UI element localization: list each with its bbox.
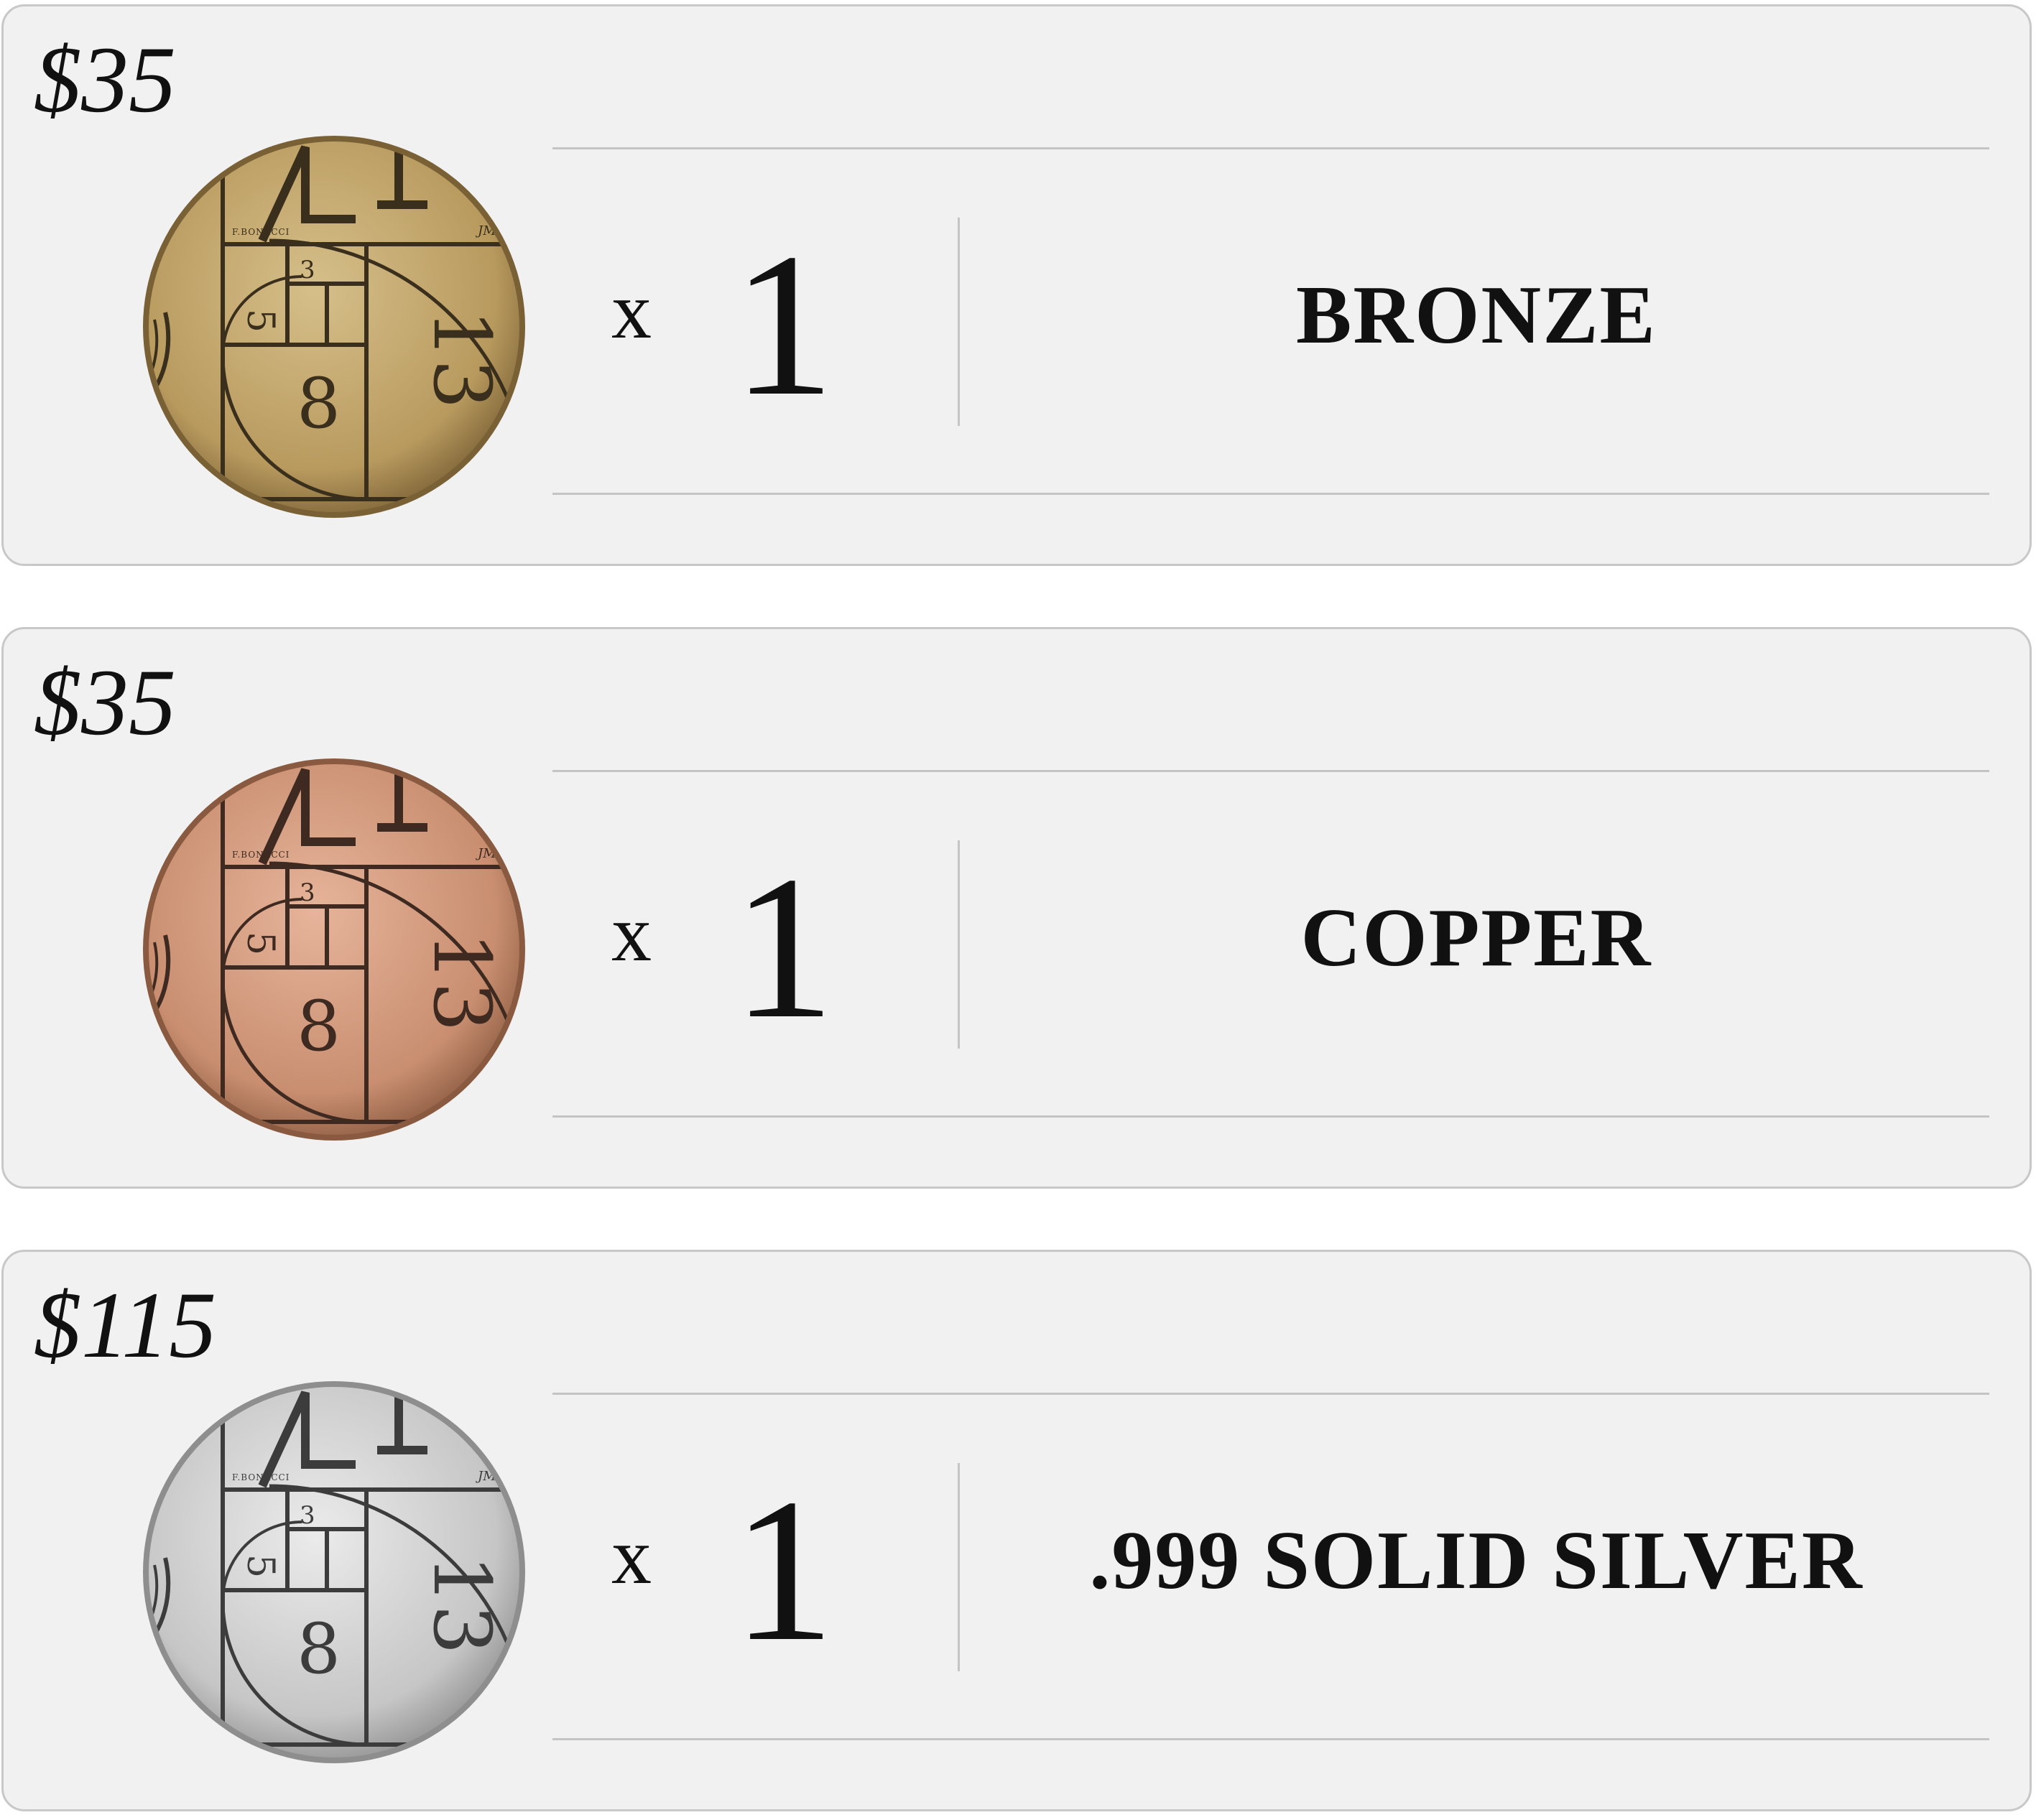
product-card-bronze[interactable]: $35 13 8 5 3 F.BONACCI JM x 1 BRONZE bbox=[1, 4, 2032, 566]
price-label: $35 bbox=[34, 649, 176, 755]
svg-text:F.BONACCI: F.BONACCI bbox=[232, 1472, 290, 1482]
price-label: $115 bbox=[34, 1272, 217, 1378]
svg-text:13: 13 bbox=[416, 1554, 508, 1655]
divider-bottom bbox=[552, 493, 1989, 495]
svg-text:5: 5 bbox=[239, 932, 282, 955]
svg-text:8: 8 bbox=[297, 1609, 341, 1689]
svg-text:F.BONACCI: F.BONACCI bbox=[232, 227, 290, 237]
metal-name: COPPER bbox=[1300, 892, 1652, 984]
metal-name: .999 SOLID SILVER bbox=[1089, 1515, 1864, 1607]
divider-vertical bbox=[958, 1463, 960, 1671]
divider-top bbox=[552, 770, 1989, 772]
metal-name: BRONZE bbox=[1296, 269, 1657, 361]
price-label: $35 bbox=[34, 27, 176, 132]
quantity-value[interactable]: 1 bbox=[732, 845, 835, 1050]
svg-text:3: 3 bbox=[300, 1501, 315, 1530]
quantity-value[interactable]: 1 bbox=[732, 222, 835, 427]
divider-top bbox=[552, 1393, 1989, 1395]
divider-bottom bbox=[552, 1738, 1989, 1740]
quantity-prefix: x bbox=[611, 889, 652, 978]
divider-vertical bbox=[958, 218, 960, 426]
product-card-copper[interactable]: $35 13 8 5 3 F.BONACCI JM x 1 COPPER bbox=[1, 627, 2032, 1189]
divider-bottom bbox=[552, 1115, 1989, 1118]
svg-text:F.BONACCI: F.BONACCI bbox=[232, 850, 290, 860]
silver-fibonacci-coin-icon: 13 8 5 3 F.BONACCI JM bbox=[140, 1378, 528, 1766]
copper-fibonacci-coin-icon: 13 8 5 3 F.BONACCI JM bbox=[140, 756, 528, 1143]
svg-text:5: 5 bbox=[239, 309, 282, 333]
bronze-fibonacci-coin-icon: 13 8 5 3 F.BONACCI JM bbox=[140, 133, 528, 521]
svg-text:13: 13 bbox=[416, 309, 508, 409]
svg-text:8: 8 bbox=[297, 986, 341, 1067]
quantity-prefix: x bbox=[611, 1512, 652, 1601]
svg-text:13: 13 bbox=[416, 932, 508, 1032]
svg-text:8: 8 bbox=[297, 363, 341, 444]
quantity-value[interactable]: 1 bbox=[732, 1467, 835, 1673]
divider-top bbox=[552, 147, 1989, 149]
product-card-silver[interactable]: $115 13 8 5 3 F.BONACCI JM x 1 .999 SOLI… bbox=[1, 1250, 2032, 1811]
divider-vertical bbox=[958, 840, 960, 1049]
svg-text:5: 5 bbox=[239, 1554, 282, 1578]
svg-text:3: 3 bbox=[300, 878, 315, 907]
svg-text:3: 3 bbox=[300, 256, 315, 284]
quantity-prefix: x bbox=[611, 266, 652, 356]
